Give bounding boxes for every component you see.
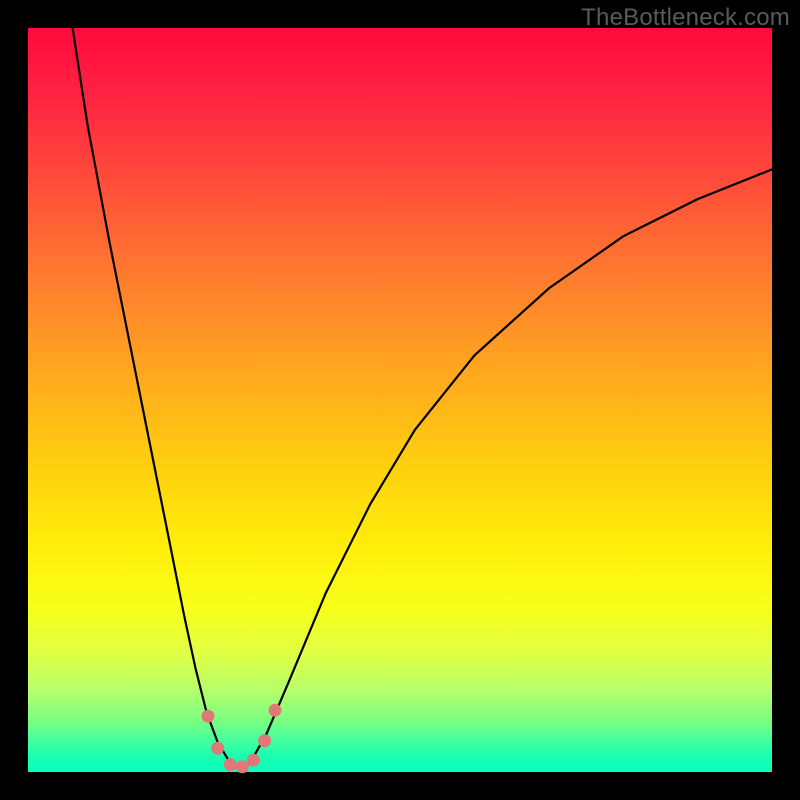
curve-marker-dot	[247, 754, 260, 767]
curve-svg	[28, 28, 772, 772]
curve-markers	[202, 704, 282, 774]
watermark-text: TheBottleneck.com	[581, 4, 790, 32]
curve-marker-dot	[236, 760, 249, 773]
curve-marker-dot	[211, 742, 224, 755]
curve-marker-dot	[224, 758, 237, 771]
bottleneck-curve	[73, 28, 772, 768]
plot-gradient-area	[28, 28, 772, 772]
curve-marker-dot	[258, 734, 271, 747]
curve-marker-dot	[269, 704, 282, 717]
chart-frame: TheBottleneck.com	[0, 0, 800, 800]
curve-marker-dot	[202, 710, 215, 723]
